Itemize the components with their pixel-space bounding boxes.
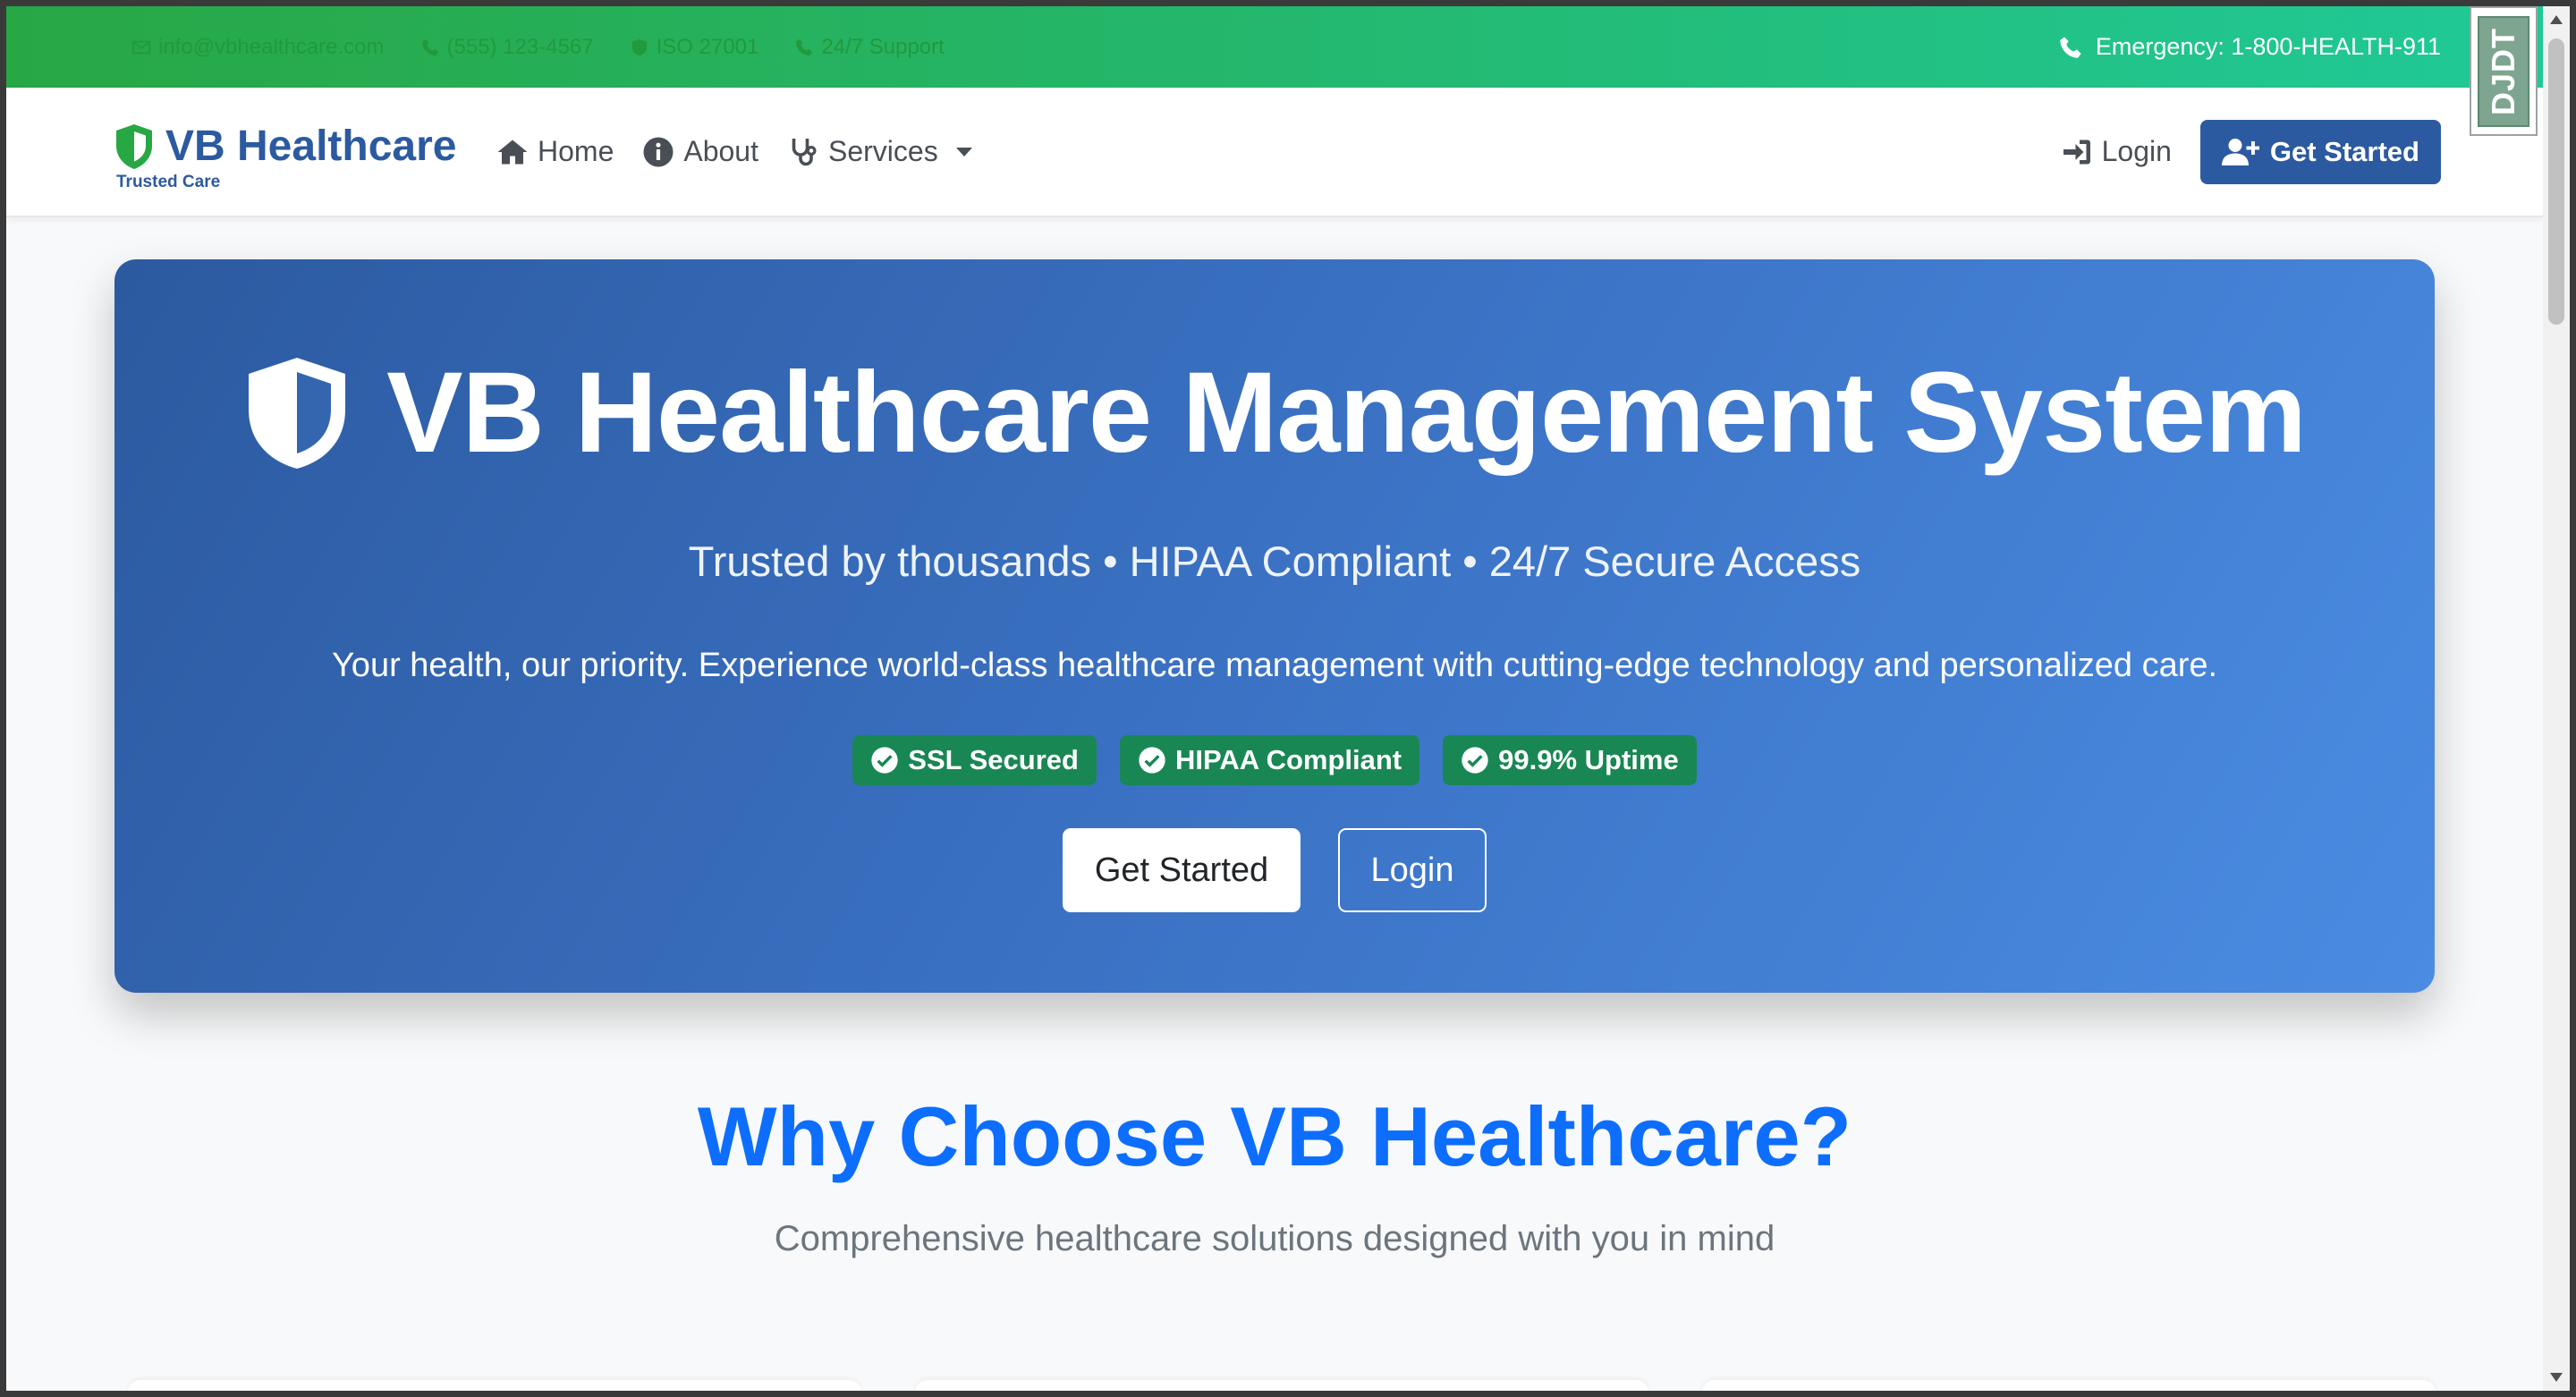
stethoscope-icon (792, 138, 817, 165)
phone-icon (421, 38, 438, 55)
shield-icon (249, 357, 346, 469)
vertical-scrollbar[interactable] (2543, 6, 2570, 1391)
feature-card (915, 1380, 1648, 1391)
scrollbar-thumb[interactable] (2548, 38, 2564, 325)
nav-about[interactable]: About (642, 135, 758, 168)
emergency-phone[interactable]: Emergency: 1-800-HEALTH-911 (2058, 6, 2441, 88)
brand-name: VB Healthcare (165, 123, 457, 170)
topbar-phone-text: (555) 123-4567 (446, 34, 594, 59)
sign-in-icon (2063, 140, 2090, 164)
main-navbar: VB Healthcare Trusted Care Home About Se… (6, 88, 2543, 217)
nav-login-link[interactable]: Login (2061, 135, 2172, 168)
nav-login-label: Login (2101, 135, 2172, 167)
emergency-text: Emergency: 1-800-HEALTH-911 (2095, 33, 2441, 60)
badge-hipaa-label: HIPAA Compliant (1174, 744, 1402, 775)
topbar-iso-text: ISO 27001 (656, 34, 759, 59)
badge-uptime: 99.9% Uptime (1443, 735, 1697, 785)
nav-get-started-button[interactable]: Get Started (2199, 119, 2441, 184)
topbar-email-text: info@vbhealthcare.com (158, 34, 385, 59)
scroll-up-arrow-icon[interactable] (2550, 15, 2563, 24)
nav-links: Home About Services (496, 88, 972, 216)
topbar-phone[interactable]: (555) 123-4567 (420, 35, 594, 60)
phone-icon (796, 38, 813, 55)
brand-tagline: Trusted Care (116, 173, 221, 191)
shield-icon (116, 123, 152, 169)
trust-badges: SSL Secured HIPAA Compliant 99.9% Uptime (114, 735, 2435, 785)
topbar-support: 24/7 Support (794, 34, 945, 60)
chevron-down-icon (955, 147, 972, 157)
topbar-contact-items: info@vbhealthcare.com (555) 123-4567 ISO… (131, 6, 945, 88)
nav-services-label: Services (827, 135, 938, 167)
hero-login-button[interactable]: Login (1338, 828, 1487, 912)
hero-banner: VB Healthcare Management System Trusted … (114, 259, 2435, 993)
scroll-down-arrow-icon[interactable] (2550, 1373, 2563, 1382)
shield-icon (631, 38, 647, 55)
features-subheading: Comprehensive healthcare solutions desig… (774, 1219, 1775, 1258)
hero-description: Your health, our priority. Experience wo… (331, 647, 2218, 684)
badge-ssl: SSL Secured (852, 735, 1097, 785)
feature-card (128, 1380, 861, 1391)
topbar-support-text: 24/7 Support (821, 34, 945, 59)
home-icon (497, 140, 528, 164)
phone-icon (2060, 36, 2081, 58)
nav-services-dropdown[interactable]: Services (787, 135, 972, 168)
browser-viewport: info@vbhealthcare.com (555) 123-4567 ISO… (6, 6, 2570, 1391)
check-circle-icon (871, 747, 898, 774)
hero-title-text: VB Healthcare Management System (386, 349, 2307, 477)
topbar-email[interactable]: info@vbhealthcare.com (131, 35, 385, 60)
hero-subtitle: Trusted by thousands • HIPAA Compliant •… (688, 538, 1861, 585)
debug-toolbar-logo: DJDT (2478, 15, 2529, 127)
hero-get-started-button[interactable]: Get Started (1063, 828, 1301, 912)
brand-logo[interactable]: VB Healthcare Trusted Care (114, 122, 456, 192)
user-plus-icon (2221, 138, 2259, 165)
debug-toolbar-label: DJDT (2485, 27, 2522, 115)
topbar-iso: ISO 27001 (630, 34, 759, 60)
feature-card (1702, 1380, 2436, 1391)
badge-uptime-label: 99.9% Uptime (1498, 744, 1679, 775)
nav-actions: Login Get Started (2061, 88, 2441, 216)
nav-get-started-label: Get Started (2269, 135, 2419, 167)
nav-home[interactable]: Home (496, 135, 614, 168)
hero-title: VB Healthcare Management System (114, 347, 2435, 478)
top-info-bar: info@vbhealthcare.com (555) 123-4567 ISO… (6, 6, 2543, 88)
nav-about-label: About (683, 135, 758, 167)
check-circle-icon (1462, 747, 1488, 774)
badge-ssl-label: SSL Secured (908, 744, 1079, 775)
check-circle-icon (1139, 747, 1165, 774)
nav-home-label: Home (538, 135, 614, 167)
debug-toolbar-handle[interactable]: DJDT (2470, 6, 2538, 136)
info-icon (643, 137, 674, 166)
features-heading: Why Choose VB Healthcare? (697, 1089, 1852, 1183)
feature-cards (128, 1380, 2436, 1391)
hero-actions: Get Started Login (114, 828, 2435, 912)
badge-hipaa: HIPAA Compliant (1119, 735, 1420, 785)
envelope-icon (131, 40, 151, 54)
